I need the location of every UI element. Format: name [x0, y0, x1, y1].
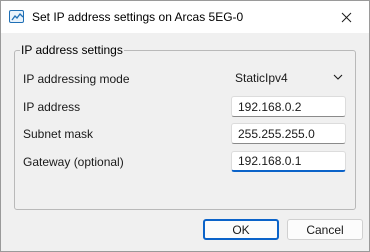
dialog-window: Set IP address settings on Arcas 5EG-0 I…	[0, 0, 370, 252]
group-legend: IP address settings	[20, 43, 124, 57]
network-settings-icon	[9, 10, 24, 23]
close-icon	[341, 12, 351, 22]
cancel-button[interactable]: Cancel	[287, 219, 363, 240]
ip-mode-label: IP addressing mode	[23, 72, 130, 86]
gateway-input[interactable]	[232, 152, 345, 170]
gateway-field-box	[231, 151, 346, 172]
ip-address-field-box	[231, 96, 346, 117]
subnet-mask-input[interactable]	[232, 124, 345, 143]
title-bar[interactable]: Set IP address settings on Arcas 5EG-0	[1, 1, 369, 33]
subnet-mask-label: Subnet mask	[23, 127, 94, 141]
ip-mode-dropdown[interactable]: StaticIpv4	[229, 67, 346, 88]
ip-address-label: IP address	[23, 100, 81, 114]
ip-address-input[interactable]	[232, 97, 345, 116]
gateway-label: Gateway (optional)	[23, 155, 124, 169]
window-title: Set IP address settings on Arcas 5EG-0	[32, 10, 244, 24]
ip-mode-value: StaticIpv4	[235, 71, 288, 85]
close-button[interactable]	[323, 1, 369, 33]
chevron-down-icon	[333, 74, 343, 80]
subnet-mask-field-box	[231, 123, 346, 144]
ok-button[interactable]: OK	[203, 219, 279, 240]
